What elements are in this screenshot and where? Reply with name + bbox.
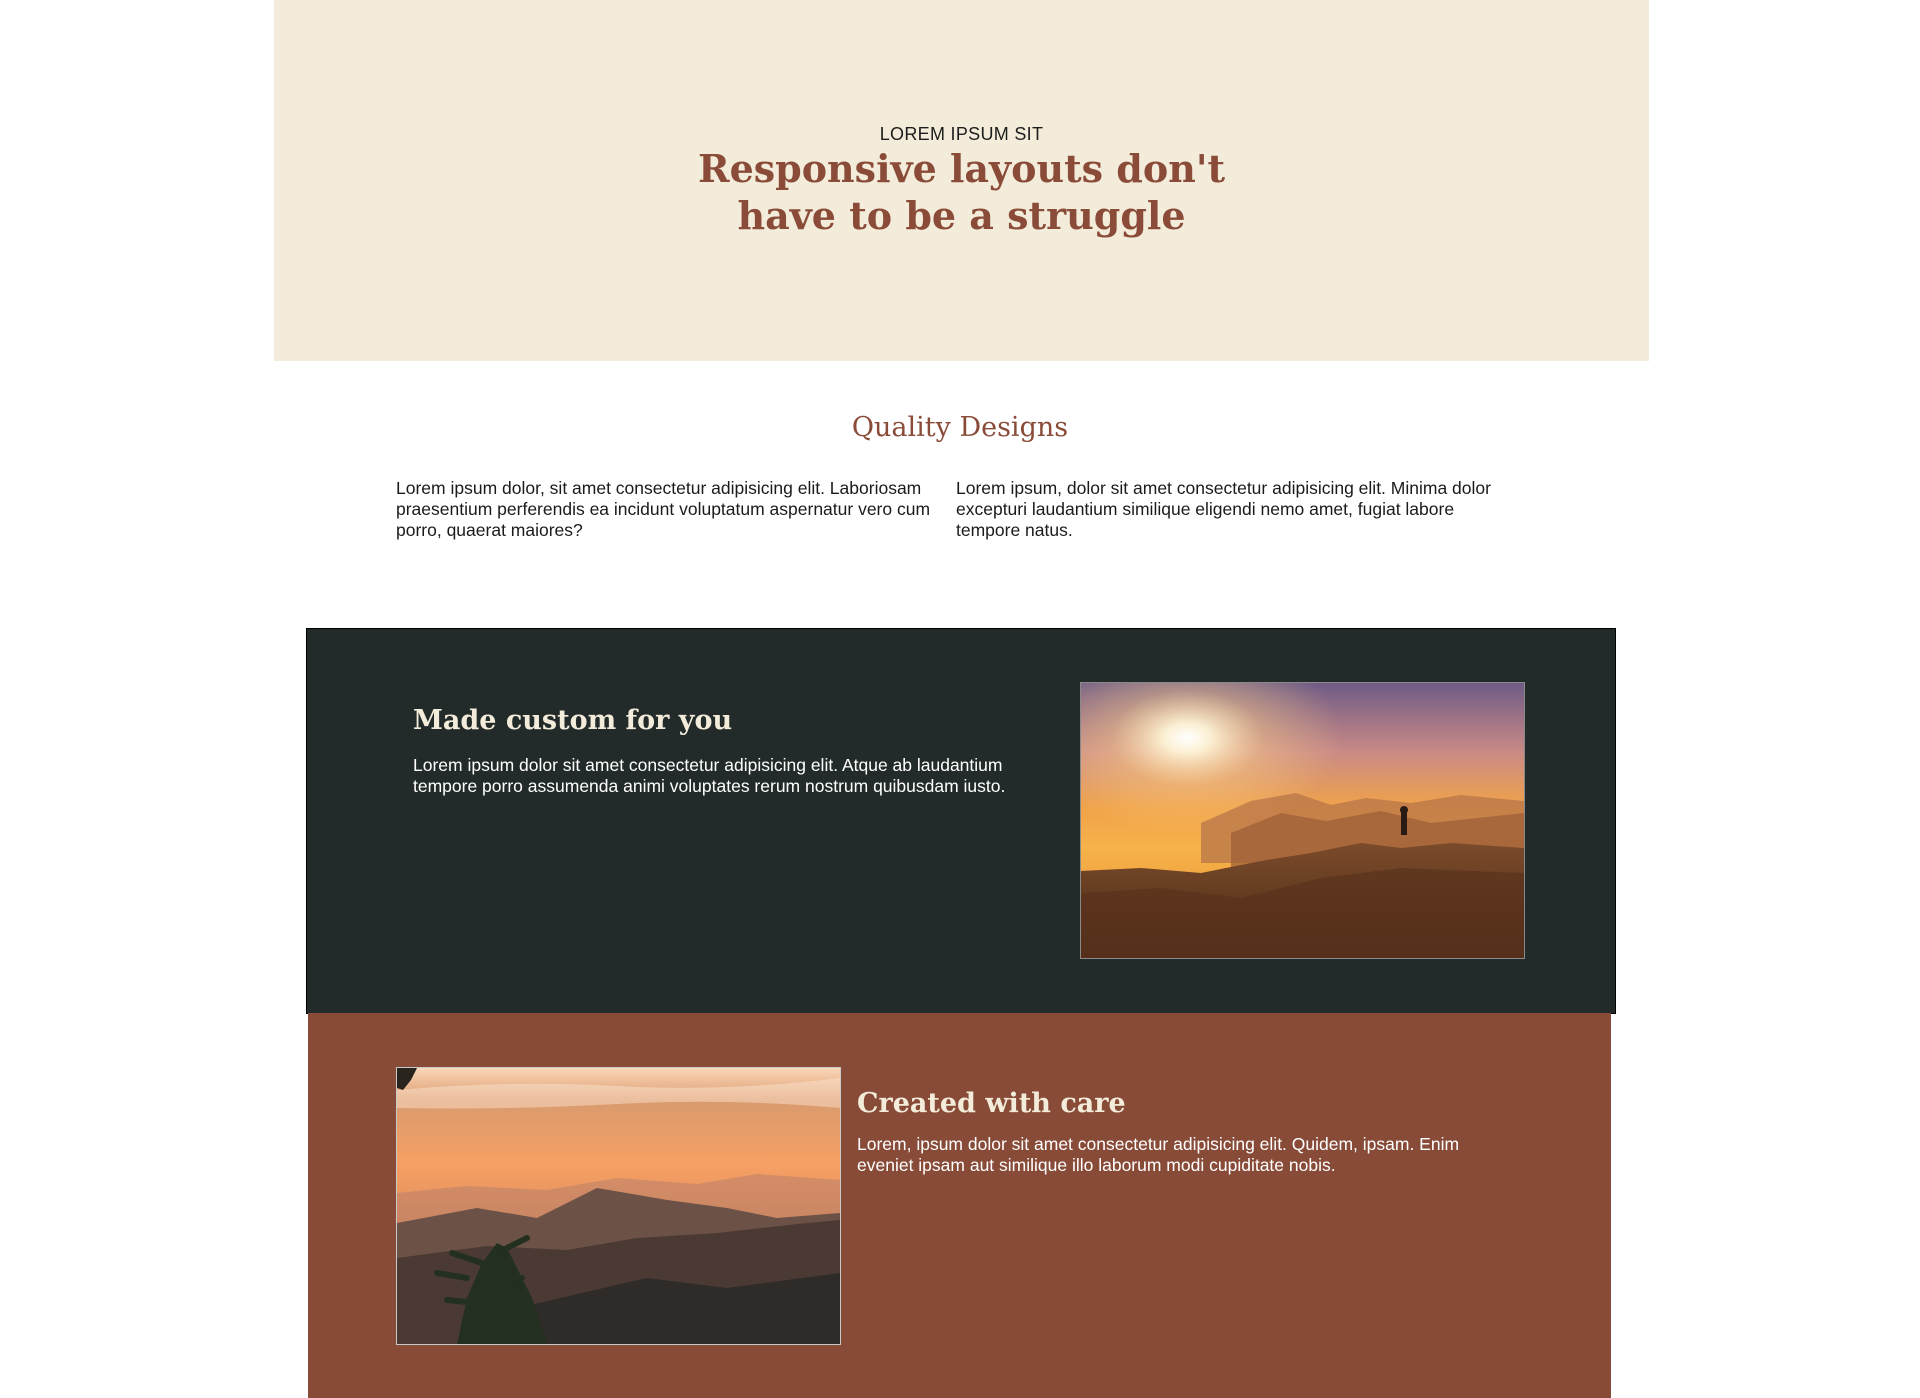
hero-kicker: LOREM IPSUM SIT: [879, 124, 1044, 144]
quality-text-left: Lorem ipsum dolor, sit amet consectetur …: [396, 478, 931, 540]
hero-title-line-1: Responsive layouts don't: [697, 146, 1226, 191]
feature-made-custom: Made custom for you Lorem ipsum dolor si…: [306, 628, 1616, 1014]
quality-text-right: Lorem ipsum, dolor sit amet consectetur …: [956, 478, 1491, 540]
quality-columns: Lorem ipsum dolor, sit amet consectetur …: [396, 478, 1516, 541]
feature-created-with-care-title: Created with care: [857, 1088, 1126, 1119]
hero-title: Responsive layouts don't have to be a st…: [274, 145, 1649, 239]
quality-title: Quality Designs: [851, 412, 1069, 443]
feature-made-custom-title: Made custom for you: [413, 705, 733, 736]
feature-created-with-care: Created with care Lorem, ipsum dolor sit…: [308, 1013, 1611, 1398]
hero-title-line-2: have to be a struggle: [737, 193, 1186, 238]
mountain-sunset-image: [396, 1067, 841, 1345]
hero-banner: LOREM IPSUM SIT Responsive layouts don't…: [274, 0, 1649, 361]
sunrise-hiker-image: [1080, 682, 1525, 959]
feature-created-with-care-text: Lorem, ipsum dolor sit amet consectetur …: [857, 1134, 1460, 1175]
feature-made-custom-text: Lorem ipsum dolor sit amet consectetur a…: [413, 755, 1006, 796]
quality-section: Quality Designs Lorem ipsum dolor, sit a…: [0, 412, 1920, 540]
